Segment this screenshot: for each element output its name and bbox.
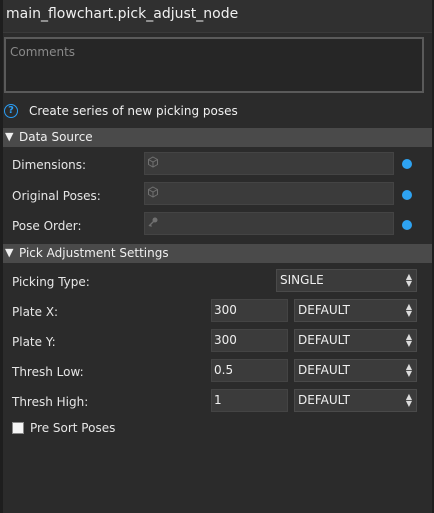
section-title-data-source: Data Source bbox=[19, 130, 93, 144]
node-title[interactable]: main_flowchart.pick_adjust_node bbox=[6, 6, 238, 22]
comments-textarea[interactable]: Comments bbox=[4, 37, 424, 93]
pose-order-reference-field[interactable] bbox=[144, 212, 394, 235]
cube-icon bbox=[148, 186, 158, 198]
pre-sort-poses-label[interactable]: Pre Sort Poses bbox=[30, 421, 115, 435]
original-poses-connection-dot[interactable] bbox=[402, 190, 412, 200]
thresh-high-input[interactable]: 1 bbox=[211, 389, 288, 412]
collapse-triangle-icon[interactable]: ▼ bbox=[5, 246, 13, 259]
thresh-high-mode-value: DEFAULT bbox=[298, 393, 350, 407]
plate-y-input[interactable]: 300 bbox=[211, 329, 288, 352]
pose-order-connection-dot[interactable] bbox=[402, 220, 412, 230]
picking-type-value: SINGLE bbox=[280, 273, 324, 287]
cube-icon bbox=[148, 156, 158, 168]
collapse-triangle-icon[interactable]: ▼ bbox=[5, 130, 13, 143]
select-updown-icon: ▲ ▼ bbox=[405, 332, 412, 348]
select-updown-icon: ▲ ▼ bbox=[405, 392, 412, 408]
pre-sort-poses-checkbox[interactable] bbox=[12, 422, 24, 434]
thresh-low-mode-select[interactable]: DEFAULT ▲ ▼ bbox=[294, 359, 417, 382]
node-description-text: Create series of new picking poses bbox=[29, 104, 238, 118]
original-poses-reference-field[interactable] bbox=[144, 182, 394, 205]
plate-y-label: Plate Y: bbox=[12, 335, 56, 349]
dimensions-connection-dot[interactable] bbox=[402, 159, 412, 169]
plate-x-mode-select[interactable]: DEFAULT ▲ ▼ bbox=[294, 299, 417, 322]
plate-x-input[interactable]: 300 bbox=[211, 299, 288, 322]
node-description: ? Create series of new picking poses bbox=[4, 103, 424, 121]
select-updown-icon: ▲ ▼ bbox=[405, 272, 412, 288]
picking-type-select[interactable]: SINGLE ▲ ▼ bbox=[276, 269, 417, 292]
node-title-bar: main_flowchart.pick_adjust_node bbox=[3, 0, 432, 33]
select-updown-icon: ▲ ▼ bbox=[405, 362, 412, 378]
thresh-high-mode-select[interactable]: DEFAULT ▲ ▼ bbox=[294, 389, 417, 412]
help-circle-icon[interactable]: ? bbox=[4, 104, 18, 118]
comments-placeholder: Comments bbox=[10, 45, 76, 59]
thresh-low-label: Thresh Low: bbox=[12, 365, 84, 379]
section-header-data-source[interactable]: ▼ Data Source bbox=[3, 128, 432, 147]
plate-x-label: Plate X: bbox=[12, 305, 59, 319]
plate-y-mode-value: DEFAULT bbox=[298, 333, 350, 347]
pose-order-label: Pose Order: bbox=[12, 219, 82, 233]
dimensions-reference-field[interactable] bbox=[144, 152, 394, 175]
select-updown-icon: ▲ ▼ bbox=[405, 302, 412, 318]
node-editor-panel: main_flowchart.pick_adjust_node Comments… bbox=[0, 0, 434, 513]
original-poses-label: Original Poses: bbox=[12, 189, 101, 203]
picking-type-label: Picking Type: bbox=[12, 275, 90, 289]
thresh-high-label: Thresh High: bbox=[12, 395, 89, 409]
key-icon bbox=[148, 217, 158, 227]
thresh-low-input[interactable]: 0.5 bbox=[211, 359, 288, 382]
plate-y-mode-select[interactable]: DEFAULT ▲ ▼ bbox=[294, 329, 417, 352]
thresh-low-mode-value: DEFAULT bbox=[298, 363, 350, 377]
plate-x-mode-value: DEFAULT bbox=[298, 303, 350, 317]
dimensions-label: Dimensions: bbox=[12, 158, 87, 172]
section-header-pick-adjustment[interactable]: ▼ Pick Adjustment Settings bbox=[3, 244, 432, 263]
section-title-pick-adjustment: Pick Adjustment Settings bbox=[19, 246, 169, 260]
